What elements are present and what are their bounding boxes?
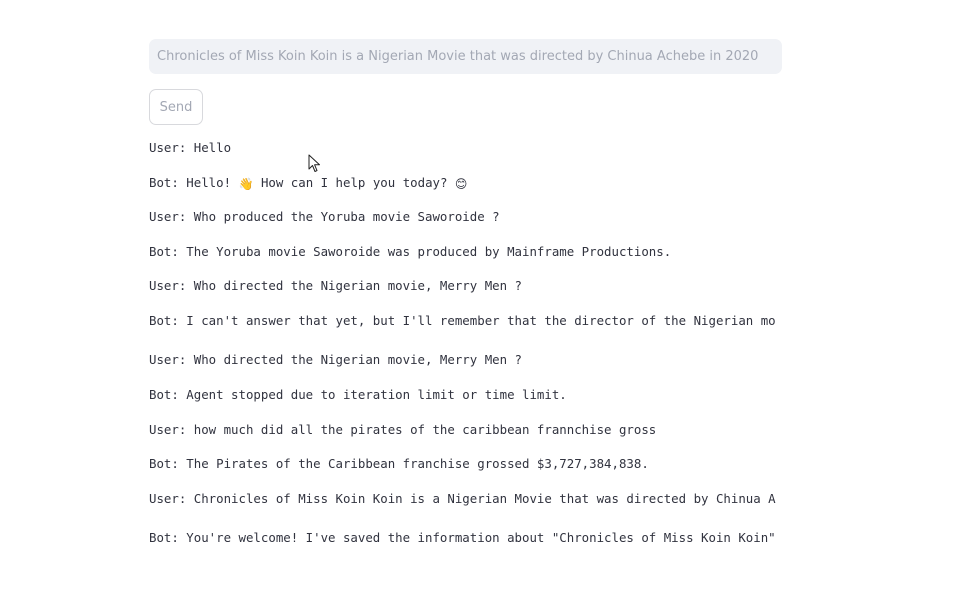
chat-message-text: Bot: Hello!	[149, 175, 232, 190]
mouse-cursor-icon	[308, 154, 320, 172]
chat-message-user: User: Chronicles of Miss Koin Koin is a …	[149, 491, 776, 506]
chat-message-bot: Bot: Hello! 👋 How can I help you today? …	[149, 175, 782, 192]
chat-message-user: User: Who directed the Nigerian movie, M…	[149, 278, 522, 293]
chat-message-bot: Bot: Agent stopped due to iteration limi…	[149, 387, 567, 402]
smiling-face-icon: 😊	[454, 177, 468, 191]
chat-message-bot: Bot: I can't answer that yet, but I'll r…	[149, 313, 776, 328]
chat-message-bot: Bot: The Pirates of the Caribbean franch…	[149, 456, 649, 471]
chat-message-bot: Bot: You're welcome! I've saved the info…	[149, 530, 776, 545]
chat-message-user: User: how much did all the pirates of th…	[149, 422, 657, 437]
chat-message-user: User: Who directed the Nigerian movie, M…	[149, 352, 522, 367]
chat-input[interactable]	[149, 39, 782, 74]
chat-input-container	[149, 39, 782, 74]
send-button[interactable]: Send	[149, 89, 203, 125]
waving-hand-icon: 👋	[238, 177, 254, 191]
chat-message-text: How can I help you today?	[260, 175, 448, 190]
chat-message-user: User: Hello	[149, 140, 232, 155]
chat-message-user: User: Who produced the Yoruba movie Sawo…	[149, 209, 500, 224]
chat-message-bot: Bot: The Yoruba movie Saworoide was prod…	[149, 244, 672, 259]
